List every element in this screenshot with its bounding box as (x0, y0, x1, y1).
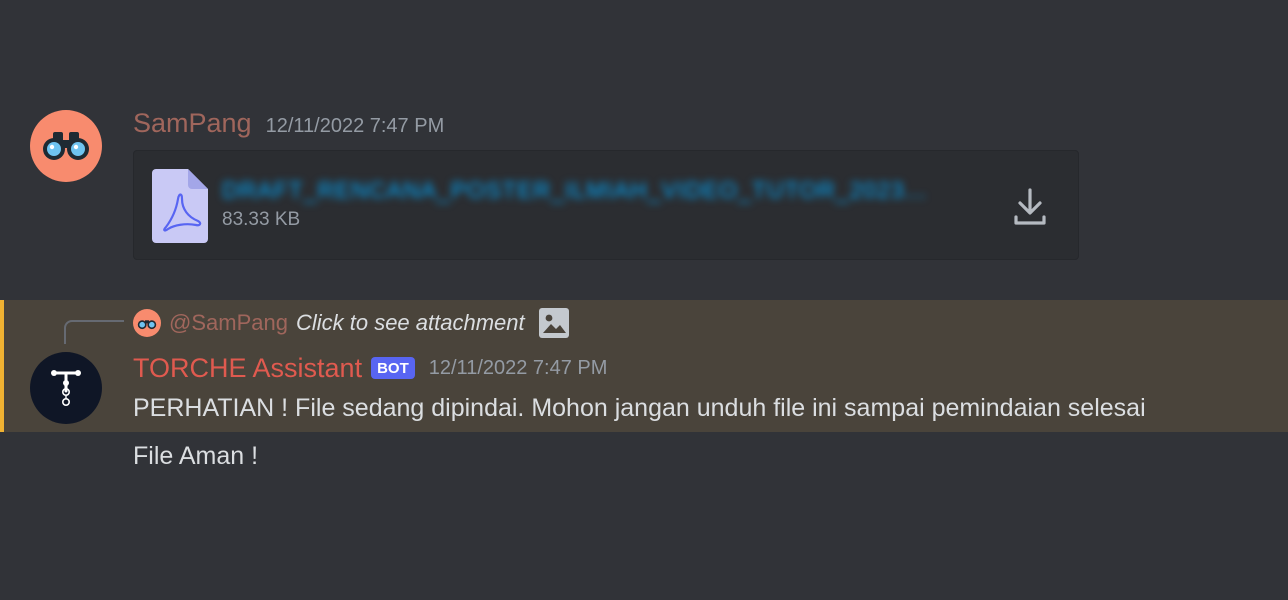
reply-connector (64, 320, 124, 344)
message-timestamp: 12/11/2022 7:47 PM (428, 356, 608, 379)
bot-badge: BOT (371, 357, 415, 379)
reply-preview[interactable]: @SamPang Click to see attachment (133, 308, 569, 338)
message-text: File Aman ! (133, 442, 259, 470)
image-icon (538, 308, 569, 338)
sampang-avatar[interactable] (30, 110, 102, 182)
message-header: SamPang 12/11/2022 7:47 PM (133, 108, 444, 139)
download-icon[interactable] (1012, 187, 1048, 227)
chat-screen: SamPang 12/11/2022 7:47 PM DRAFT_RENCANA… (0, 0, 1288, 600)
torche-avatar[interactable] (30, 352, 102, 424)
file-name-link[interactable]: DRAFT_RENCANA_POSTER_ILMIAH_VIDEO_TUTOR_… (222, 177, 927, 204)
pdf-file-icon (152, 169, 208, 243)
message-text: PERHATIAN ! File sedang dipindai. Mohon … (133, 394, 1146, 422)
reply-mention[interactable]: @SamPang (169, 310, 288, 336)
message-header: TORCHE Assistant BOT 12/11/2022 7:47 PM (133, 351, 607, 385)
reply-avatar (133, 309, 161, 337)
binoculars-icon (43, 132, 89, 160)
reply-text[interactable]: Click to see attachment (296, 310, 525, 336)
username-torche-assistant[interactable]: TORCHE Assistant (133, 353, 362, 384)
binoculars-icon (137, 319, 157, 329)
message-timestamp: 12/11/2022 7:47 PM (265, 115, 445, 137)
file-size: 83.33 KB (222, 209, 301, 230)
torch-logo-icon (51, 370, 81, 406)
username-sampang[interactable]: SamPang (133, 108, 252, 139)
file-attachment: DRAFT_RENCANA_POSTER_ILMIAH_VIDEO_TUTOR_… (133, 150, 1079, 260)
